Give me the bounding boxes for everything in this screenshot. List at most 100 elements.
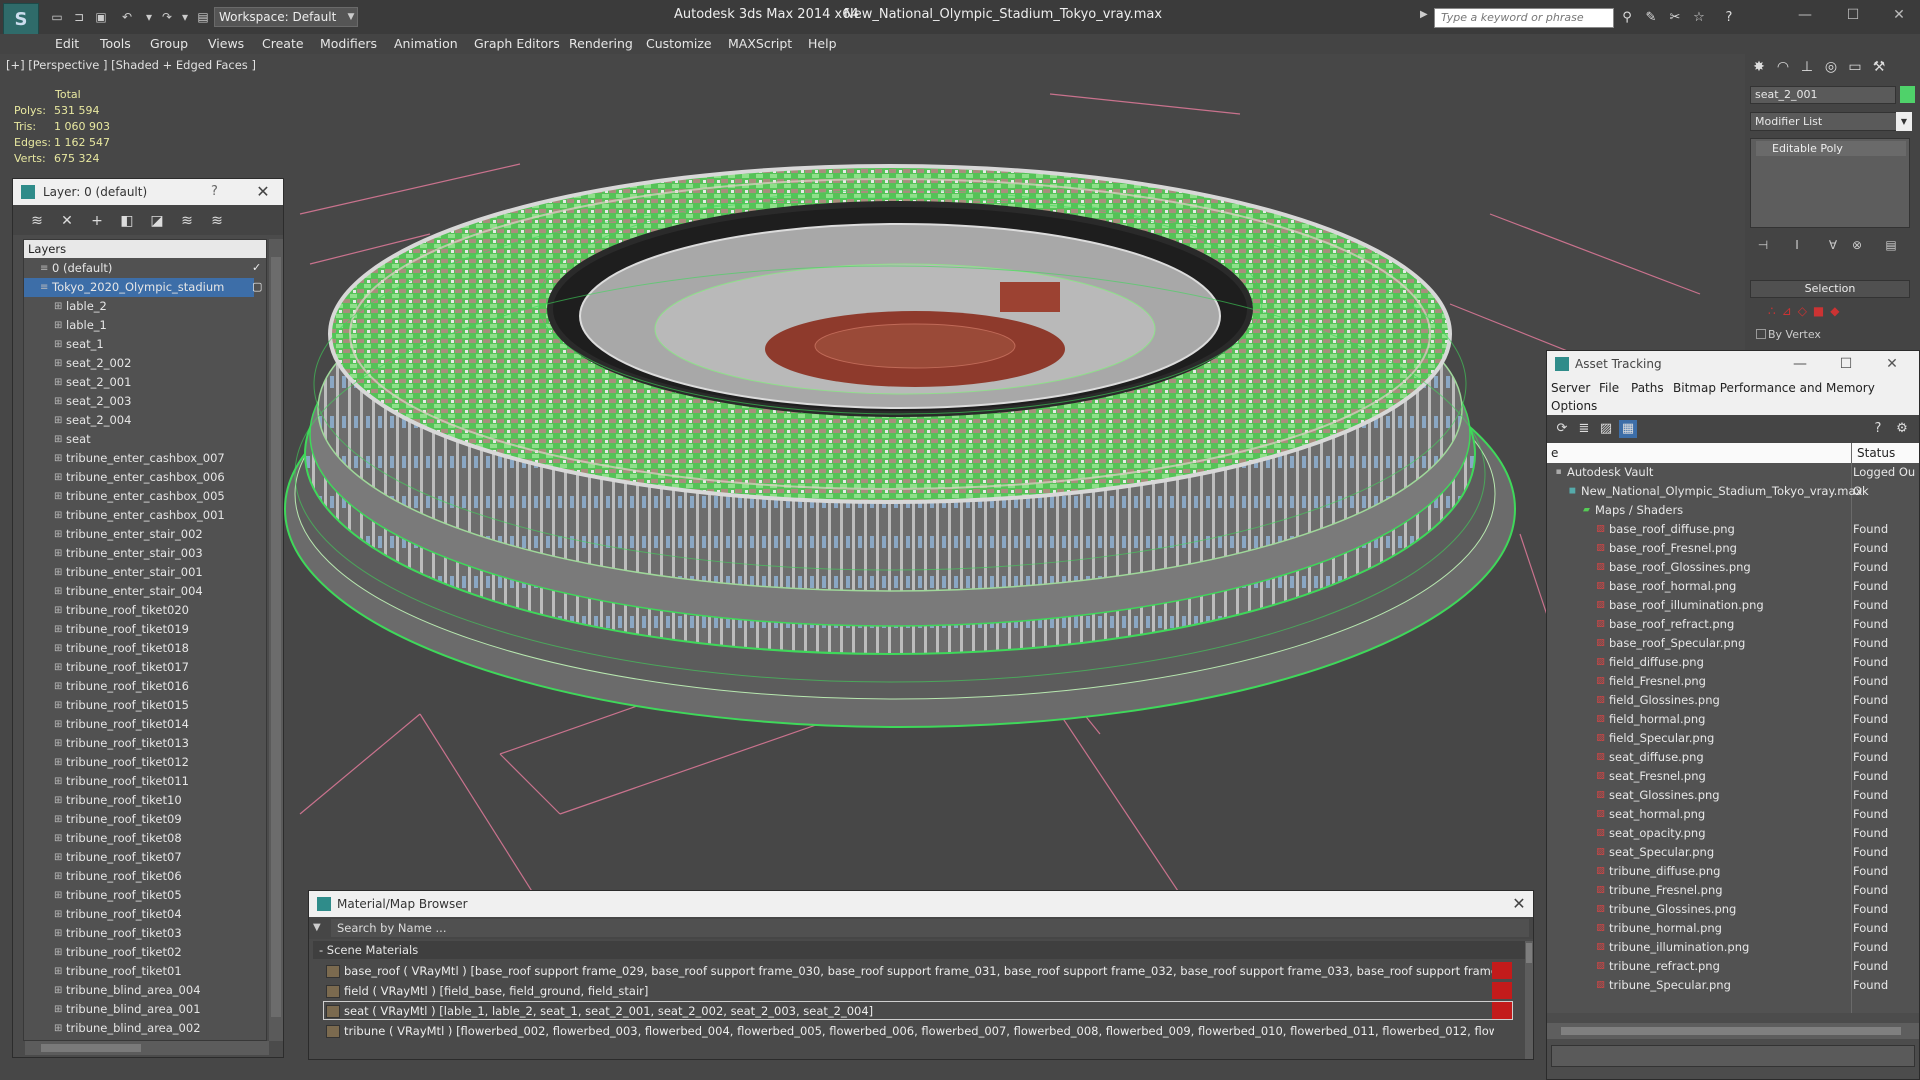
modify-tab-icon[interactable]: ◠ xyxy=(1772,56,1794,78)
layer-row[interactable]: ⊞ tribune_roof_tiket011 xyxy=(24,772,254,791)
chevron-down-icon[interactable]: ▼ xyxy=(1896,112,1912,131)
layer-row[interactable]: ⊞ tribune_roof_tiket07 xyxy=(24,848,254,867)
col-status-header[interactable]: Status xyxy=(1857,443,1895,463)
asset-row[interactable]: ▨ base_roof_Glossines.png Found xyxy=(1547,558,1919,577)
asset-menu-file[interactable]: File xyxy=(1599,381,1619,395)
layer-panel-title[interactable]: Layer: 0 (default) xyxy=(13,179,283,205)
layer-row[interactable]: ⊞ tribune_roof_tiket013 xyxy=(24,734,254,753)
menu-rendering[interactable]: Rendering xyxy=(569,34,633,54)
material-scroll-thumb[interactable] xyxy=(1526,943,1532,963)
layer-row[interactable]: ⊞ seat_2_003 xyxy=(24,392,254,411)
layer-row[interactable]: ⊞ tribune_enter_stair_004 xyxy=(24,582,254,601)
table-view-icon[interactable]: ▦ xyxy=(1619,420,1637,438)
menu-animation[interactable]: Animation xyxy=(394,34,458,54)
modifier-editable-poly[interactable]: Editable Poly xyxy=(1756,141,1906,156)
layer-row[interactable]: ⊞ tribune_enter_cashbox_006 xyxy=(24,468,254,487)
create-layer-icon[interactable]: ≋ xyxy=(27,211,47,231)
material-row[interactable]: tribune ( VRayMtl ) [flowerbed_002, flow… xyxy=(323,1021,1513,1040)
asset-row[interactable]: ▨ field_Glossines.png Found xyxy=(1547,691,1919,710)
asset-hscroll-thumb[interactable] xyxy=(1561,1027,1901,1035)
asset-row[interactable]: ▨ base_roof_hormal.png Found xyxy=(1547,577,1919,596)
minimize-icon[interactable]: — xyxy=(1785,351,1815,377)
asset-menu-options[interactable]: Options xyxy=(1551,399,1597,413)
layer-row[interactable]: ⊞ tribune_enter_cashbox_005 xyxy=(24,487,254,506)
subscription-icon[interactable]: ✎ xyxy=(1642,9,1660,27)
maximize-icon[interactable]: ☐ xyxy=(1838,4,1868,26)
layer-row[interactable]: ⊞ tribune_roof_tiket019 xyxy=(24,620,254,639)
asset-row[interactable]: ▨ tribune_illumination.png Found xyxy=(1547,938,1919,957)
material-row[interactable]: base_roof ( VRayMtl ) [base_roof support… xyxy=(323,961,1513,980)
communication-center-icon[interactable]: ✂ xyxy=(1666,9,1684,27)
asset-row[interactable]: ▨ base_roof_illumination.png Found xyxy=(1547,596,1919,615)
add-to-layer-icon[interactable]: + xyxy=(87,211,107,231)
asset-row[interactable]: ▨ tribune_Specular.png Found xyxy=(1547,976,1919,995)
asset-row[interactable]: ▨ seat_diffuse.png Found xyxy=(1547,748,1919,767)
asset-row[interactable]: ▨ seat_Specular.png Found xyxy=(1547,843,1919,862)
asset-row[interactable]: ▨ field_diffuse.png Found xyxy=(1547,653,1919,672)
asset-row[interactable]: ◼ New_National_Olympic_Stadium_Tokyo_vray… xyxy=(1547,482,1919,501)
object-name-field[interactable]: seat_2_001 xyxy=(1750,86,1896,104)
chevron-down-icon[interactable]: ▼ xyxy=(344,7,358,27)
help-icon[interactable]: ? xyxy=(1720,9,1738,27)
menu-help[interactable]: Help xyxy=(808,34,837,54)
close-icon[interactable]: ✕ xyxy=(1507,891,1531,917)
asset-row[interactable]: ▨ tribune_Glossines.png Found xyxy=(1547,900,1919,919)
layer-hscroll-thumb[interactable] xyxy=(41,1044,141,1052)
pin-stack-icon[interactable]: ⊣ xyxy=(1754,236,1772,254)
asset-path-field[interactable] xyxy=(1551,1045,1915,1067)
chevron-right-icon[interactable]: ▶ xyxy=(1420,9,1428,20)
layer-row[interactable]: ⊞ tribune_roof_tiket020 xyxy=(24,601,254,620)
material-row[interactable]: seat ( VRayMtl ) [lable_1, lable_2, seat… xyxy=(323,1001,1513,1020)
asset-row[interactable]: ▨ seat_hormal.png Found xyxy=(1547,805,1919,824)
layer-row[interactable]: ⊞ tribune_roof_tiket09 xyxy=(24,810,254,829)
close-window-icon[interactable]: ✕ xyxy=(1884,4,1914,26)
settings-icon[interactable]: ⚙ xyxy=(1893,420,1911,438)
asset-row[interactable]: ▨ field_hormal.png Found xyxy=(1547,710,1919,729)
layer-row[interactable]: ≡ Tokyo_2020_Olympic_stadium xyxy=(24,278,254,297)
app-logo-icon[interactable]: S xyxy=(3,3,39,37)
highlight-layer-icon[interactable]: ◪ xyxy=(147,211,167,231)
motion-tab-icon[interactable]: ◎ xyxy=(1820,56,1842,78)
maximize-icon[interactable]: ☐ xyxy=(1831,351,1861,377)
filter-dropdown-icon[interactable]: ▼ xyxy=(313,919,327,937)
asset-row[interactable]: ▨ tribune_diffuse.png Found xyxy=(1547,862,1919,881)
menu-modifiers[interactable]: Modifiers xyxy=(320,34,377,54)
by-vertex-checkbox[interactable] xyxy=(1756,329,1766,339)
menu-maxscript[interactable]: MAXScript xyxy=(728,34,792,54)
asset-row[interactable]: ▪ Autodesk Vault Logged Ou xyxy=(1547,463,1919,482)
layers-column-header[interactable]: Layers xyxy=(24,240,266,258)
layer-row[interactable]: ⊞ tribune_blind_area_001 xyxy=(24,1000,254,1019)
layer-row[interactable]: ⊞ seat_2_001 xyxy=(24,373,254,392)
freeze-all-icon[interactable]: ≋ xyxy=(207,211,227,231)
menu-create[interactable]: Create xyxy=(262,34,304,54)
menu-graph-editors[interactable]: Graph Editors xyxy=(474,34,560,54)
asset-row[interactable]: ▨ seat_Glossines.png Found xyxy=(1547,786,1919,805)
layer-row[interactable]: ⊞ tribune_enter_stair_001 xyxy=(24,563,254,582)
redo-icon[interactable]: ↷ xyxy=(158,9,176,25)
menu-edit[interactable]: Edit xyxy=(55,34,79,54)
subobject-level-icons[interactable]: ∴⊿◇■◆ xyxy=(1768,304,1888,318)
layer-row[interactable]: ⊞ seat_2_004 xyxy=(24,411,254,430)
layer-row[interactable]: ⊞ tribune_enter_stair_003 xyxy=(24,544,254,563)
asset-row[interactable]: ▨ field_Specular.png Found xyxy=(1547,729,1919,748)
thumbnail-view-icon[interactable]: ▨ xyxy=(1597,420,1615,438)
layer-row[interactable]: ⊞ seat_2_002 xyxy=(24,354,254,373)
layer-row[interactable]: ⊞ tribune_roof_tiket05 xyxy=(24,886,254,905)
close-icon[interactable]: ✕ xyxy=(251,179,275,205)
layer-row[interactable]: ⊞ seat xyxy=(24,430,254,449)
utilities-tab-icon[interactable]: ⚒ xyxy=(1868,56,1890,78)
layer-row[interactable]: ⊞ tribune_roof_tiket10 xyxy=(24,791,254,810)
asset-row[interactable]: ▨ base_roof_diffuse.png Found xyxy=(1547,520,1919,539)
layer-scroll-thumb[interactable] xyxy=(271,257,281,1017)
asset-row[interactable]: ▨ seat_opacity.png Found xyxy=(1547,824,1919,843)
layer-row[interactable]: ⊞ tribune_roof_tiket04 xyxy=(24,905,254,924)
layer-row[interactable]: ⊞ tribune_roof_tiket01 xyxy=(24,962,254,981)
help-icon[interactable]: ? xyxy=(1869,420,1887,438)
help-icon[interactable]: ? xyxy=(211,179,231,205)
asset-row[interactable]: ▨ base_roof_Specular.png Found xyxy=(1547,634,1919,653)
layer-row[interactable]: ⊞ tribune_roof_tiket012 xyxy=(24,753,254,772)
layer-row[interactable]: ⊞ tribune_blind_area_004 xyxy=(24,981,254,1000)
asset-row[interactable]: ▨ field_Fresnel.png Found xyxy=(1547,672,1919,691)
asset-row[interactable]: ▨ base_roof_refract.png Found xyxy=(1547,615,1919,634)
undo-icon[interactable]: ↶ xyxy=(118,9,136,25)
